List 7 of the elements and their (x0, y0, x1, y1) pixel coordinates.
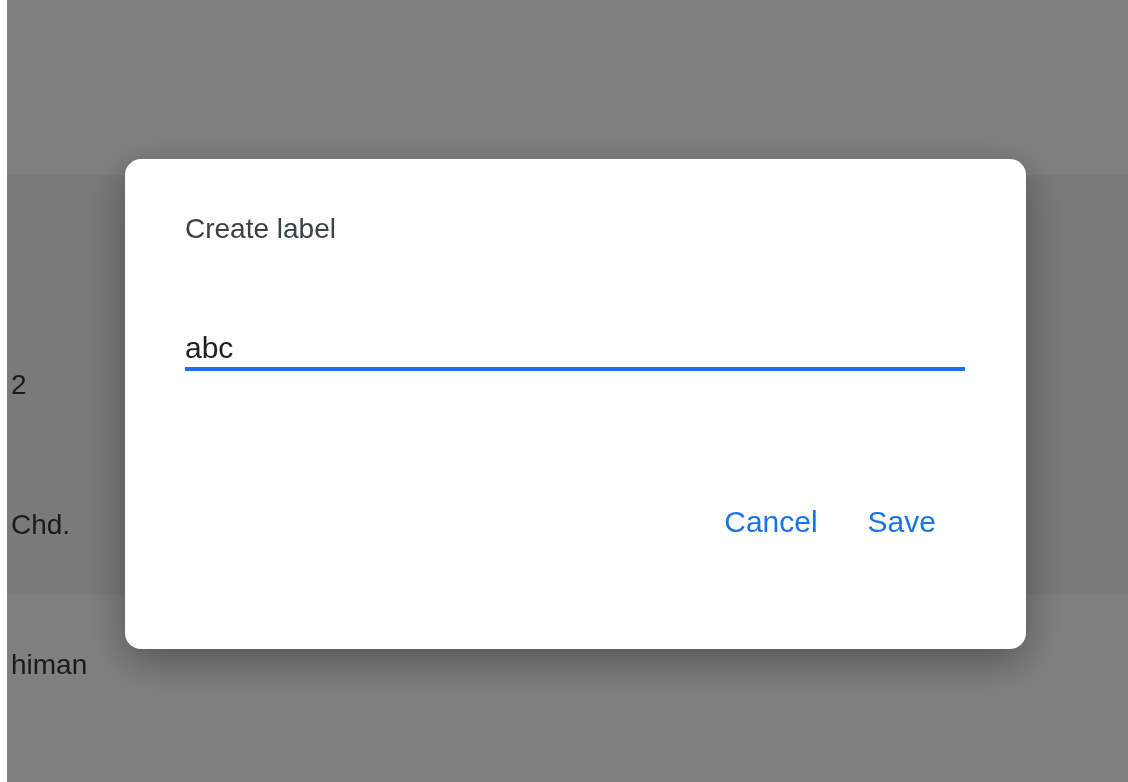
dialog-button[interactable]: Cancel (709, 491, 833, 552)
dialog-button[interactable]: Save (852, 491, 951, 552)
dialog-title: Create label (185, 212, 336, 246)
label-name-field[interactable]: abc (185, 327, 965, 371)
table-cell-text: himan (10, 648, 88, 682)
table-cell-text: Chd. (10, 508, 71, 542)
table-cell-text: 2 (10, 368, 27, 402)
